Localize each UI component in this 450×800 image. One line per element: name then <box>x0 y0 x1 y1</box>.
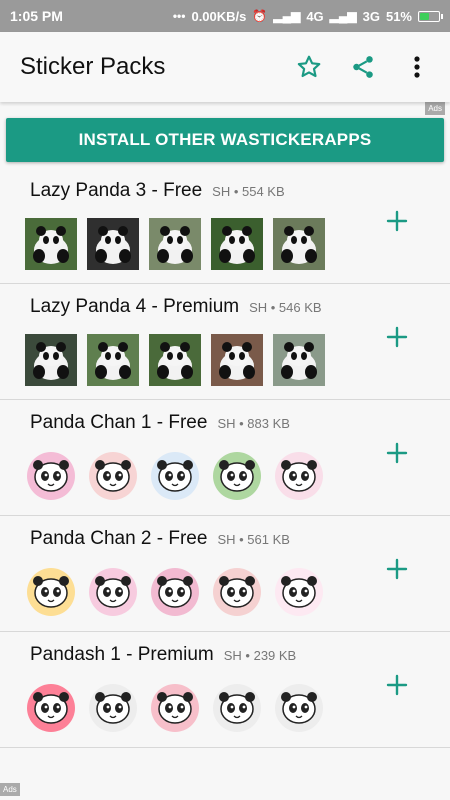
sticker-photo-thumbnail <box>149 334 201 386</box>
pack-meta: SH • 239 KB <box>223 648 297 663</box>
sticker-photo-thumbnail <box>87 334 139 386</box>
page-title: Sticker Packs <box>20 53 166 80</box>
sticker-cartoon-thumbnail <box>25 566 77 618</box>
sticker-cartoon-thumbnail <box>87 682 139 734</box>
pack-meta: SH • 883 KB <box>217 416 290 431</box>
net-speed: 0.00KB/s <box>191 8 247 24</box>
pack-name: Pandash 1 - Premium <box>30 644 214 665</box>
signal-icon: ▂▄▆ <box>273 9 301 23</box>
sticker-pack-row[interactable]: Panda Chan 1 - Free SH • 883 KB <box>0 400 450 516</box>
sticker-cartoon-thumbnail <box>211 682 263 734</box>
sticker-cartoon-thumbnail <box>87 566 139 618</box>
ad-badge[interactable]: Ads <box>425 102 445 115</box>
signal-icon-2: ▂▄▆ <box>329 9 357 23</box>
pack-thumbnails <box>25 682 325 734</box>
pack-thumbnails <box>25 218 325 270</box>
battery-percent: 51% <box>385 8 412 24</box>
ad-badge-bottom[interactable]: Ads <box>0 783 20 796</box>
status-bar: 1:05 PM ••• 0.00KB/s ⏰ ▂▄▆ 4G ▂▄▆ 3G 51% <box>0 0 450 32</box>
sticker-pack-row[interactable]: Lazy Panda 3 - Free SH • 554 KB <box>0 168 450 284</box>
add-pack-icon[interactable] <box>384 672 410 698</box>
network-type-1: 4G <box>306 8 324 24</box>
sticker-pack-row[interactable]: Panda Chan 2 - Free SH • 561 KB <box>0 516 450 632</box>
sticker-cartoon-thumbnail <box>211 450 263 502</box>
dots-icon: ••• <box>172 9 186 23</box>
sticker-pack-row[interactable]: Pandash 1 - Premium SH • 239 KB <box>0 632 450 748</box>
sticker-cartoon-thumbnail <box>273 566 325 618</box>
battery-icon <box>418 10 443 22</box>
sticker-cartoon-thumbnail <box>273 682 325 734</box>
star-icon[interactable] <box>296 54 322 80</box>
add-pack-icon[interactable] <box>384 440 410 466</box>
battery-fill <box>420 12 429 20</box>
sticker-photo-thumbnail <box>273 218 325 270</box>
sticker-photo-thumbnail <box>211 218 263 270</box>
pack-thumbnails <box>25 566 325 618</box>
sticker-cartoon-thumbnail <box>25 682 77 734</box>
network-type-2: 3G <box>362 8 380 24</box>
pack-meta: SH • 554 KB <box>212 184 285 199</box>
sticker-photo-thumbnail <box>87 218 139 270</box>
pack-thumbnails <box>25 450 325 502</box>
status-icons: ••• 0.00KB/s ⏰ ▂▄▆ 4G ▂▄▆ 3G 51% <box>172 8 443 24</box>
share-icon[interactable] <box>350 54 376 80</box>
more-vertical-icon[interactable] <box>404 54 430 80</box>
sticker-cartoon-thumbnail <box>87 450 139 502</box>
sticker-photo-thumbnail <box>273 334 325 386</box>
app-bar: Sticker Packs <box>0 32 450 102</box>
sticker-cartoon-thumbnail <box>211 566 263 618</box>
add-pack-icon[interactable] <box>384 324 410 350</box>
add-pack-icon[interactable] <box>384 556 410 582</box>
pack-name: Lazy Panda 3 - Free <box>30 180 203 201</box>
pack-name: Panda Chan 1 - Free <box>30 412 208 433</box>
sticker-photo-thumbnail <box>211 334 263 386</box>
pack-name: Panda Chan 2 - Free <box>30 528 208 549</box>
add-pack-icon[interactable] <box>384 208 410 234</box>
pack-thumbnails <box>25 334 325 386</box>
sticker-pack-row[interactable]: Lazy Panda 4 - Premium SH • 546 KB <box>0 284 450 400</box>
pack-meta: SH • 546 KB <box>249 300 322 315</box>
sticker-cartoon-thumbnail <box>273 450 325 502</box>
sticker-photo-thumbnail <box>25 218 77 270</box>
alarm-icon: ⏰ <box>252 9 268 23</box>
sticker-cartoon-thumbnail <box>149 682 201 734</box>
pack-meta: SH • 561 KB <box>217 532 290 547</box>
install-other-apps-button[interactable]: INSTALL OTHER WASTICKERAPPS <box>6 118 444 162</box>
sticker-cartoon-thumbnail <box>149 566 201 618</box>
sticker-pack-list: Lazy Panda 3 - Free SH • 554 KB Lazy Pan… <box>0 168 450 748</box>
status-time: 1:05 PM <box>10 8 63 24</box>
sticker-cartoon-thumbnail <box>25 450 77 502</box>
pack-name: Lazy Panda 4 - Premium <box>30 296 240 317</box>
sticker-photo-thumbnail <box>25 334 77 386</box>
sticker-photo-thumbnail <box>149 218 201 270</box>
sticker-cartoon-thumbnail <box>149 450 201 502</box>
